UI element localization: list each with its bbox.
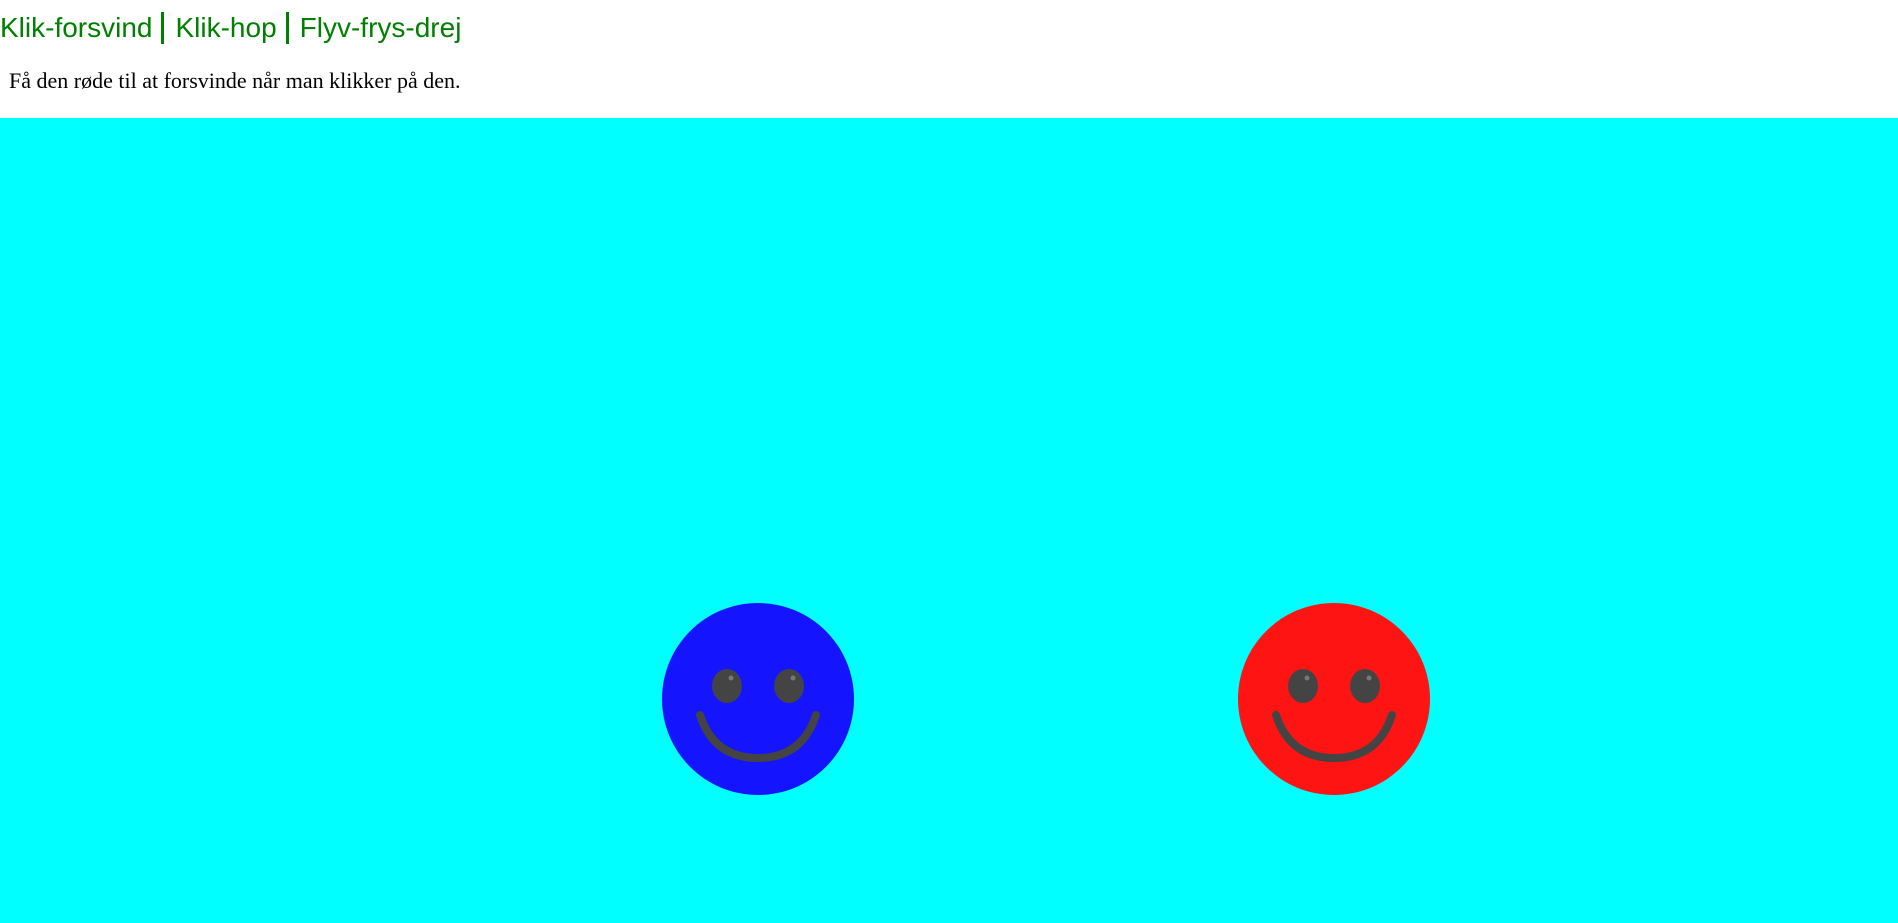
left-eye-highlight bbox=[728, 675, 734, 681]
blue-smiley[interactable] bbox=[662, 603, 854, 795]
game-stage bbox=[0, 118, 1898, 923]
smiley-face-icon bbox=[662, 603, 854, 795]
nav-bar: Klik-forsvind Klik-hop Flyv-frys-drej bbox=[0, 8, 461, 48]
nav-separator bbox=[161, 12, 165, 44]
smiley-face-icon bbox=[1238, 603, 1430, 795]
right-eye-highlight bbox=[1366, 675, 1372, 681]
right-eye-highlight bbox=[790, 675, 796, 681]
red-smiley[interactable] bbox=[1238, 603, 1430, 795]
left-eye bbox=[1288, 669, 1318, 703]
nav-separator bbox=[285, 12, 289, 44]
nav-link-klik-hop[interactable]: Klik-hop bbox=[175, 12, 276, 44]
instruction-text: Få den røde til at forsvinde når man kli… bbox=[9, 68, 461, 93]
blue-smiley-face bbox=[662, 603, 854, 795]
nav-link-flyv-frys-drej[interactable]: Flyv-frys-drej bbox=[300, 12, 462, 44]
red-smiley-face bbox=[1238, 603, 1430, 795]
right-eye bbox=[1350, 669, 1380, 703]
left-eye-highlight bbox=[1304, 675, 1310, 681]
right-eye bbox=[774, 669, 804, 703]
nav-link-klik-forsvind[interactable]: Klik-forsvind bbox=[0, 12, 152, 44]
left-eye bbox=[712, 669, 742, 703]
